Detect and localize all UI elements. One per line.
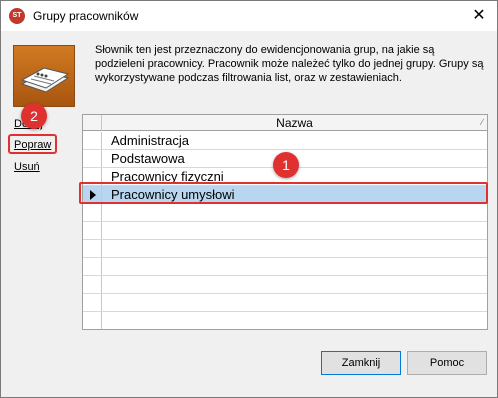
row-indicator bbox=[83, 312, 102, 329]
grid-header: Nazwa ∕ bbox=[83, 115, 487, 131]
empty-row bbox=[83, 240, 487, 258]
row-indicator bbox=[83, 204, 102, 221]
empty-row bbox=[83, 276, 487, 294]
delete-link[interactable]: Usuń bbox=[14, 161, 40, 173]
title-bar[interactable]: ST Grupy pracowników ✕ bbox=[1, 1, 497, 31]
row-cell-nazwa: Podstawowa bbox=[111, 151, 185, 166]
row-indicator bbox=[83, 294, 102, 311]
column-header-nazwa[interactable]: Nazwa bbox=[102, 116, 487, 130]
dialog-window: ST Grupy pracowników ✕ Słownik ten jest … bbox=[0, 0, 498, 398]
help-button[interactable]: Pomoc bbox=[407, 351, 487, 375]
empty-row bbox=[83, 258, 487, 276]
close-button[interactable]: Zamknij bbox=[321, 351, 401, 375]
empty-row bbox=[83, 294, 487, 312]
header-indicator-cell bbox=[83, 115, 102, 131]
empty-row bbox=[83, 222, 487, 240]
sort-icon: ∕ bbox=[481, 117, 483, 127]
row-indicator bbox=[83, 258, 102, 275]
close-window-button[interactable]: ✕ bbox=[469, 6, 489, 26]
step-badge-2: 2 bbox=[21, 103, 47, 129]
edit-link-highlight bbox=[8, 134, 57, 154]
app-logo-icon: ST bbox=[9, 8, 25, 24]
dictionary-description: Słownik ten jest przeznaczony do ewidenc… bbox=[95, 44, 484, 84]
row-indicator bbox=[83, 240, 102, 257]
row-indicator bbox=[83, 276, 102, 293]
row-cell-nazwa: Administracja bbox=[111, 133, 190, 148]
address-book-icon bbox=[13, 45, 75, 107]
window-title: Grupy pracowników bbox=[33, 9, 139, 23]
table-row[interactable]: Administracja bbox=[83, 132, 487, 150]
step-badge-1: 1 bbox=[273, 152, 299, 178]
row-indicator bbox=[83, 132, 102, 149]
row-indicator bbox=[83, 222, 102, 239]
selected-row-highlight bbox=[79, 182, 488, 204]
empty-row bbox=[83, 204, 487, 222]
groups-grid[interactable]: Nazwa ∕ Administracja Podstawowa Pracown… bbox=[82, 114, 488, 330]
empty-row bbox=[83, 312, 487, 330]
row-indicator bbox=[83, 150, 102, 167]
